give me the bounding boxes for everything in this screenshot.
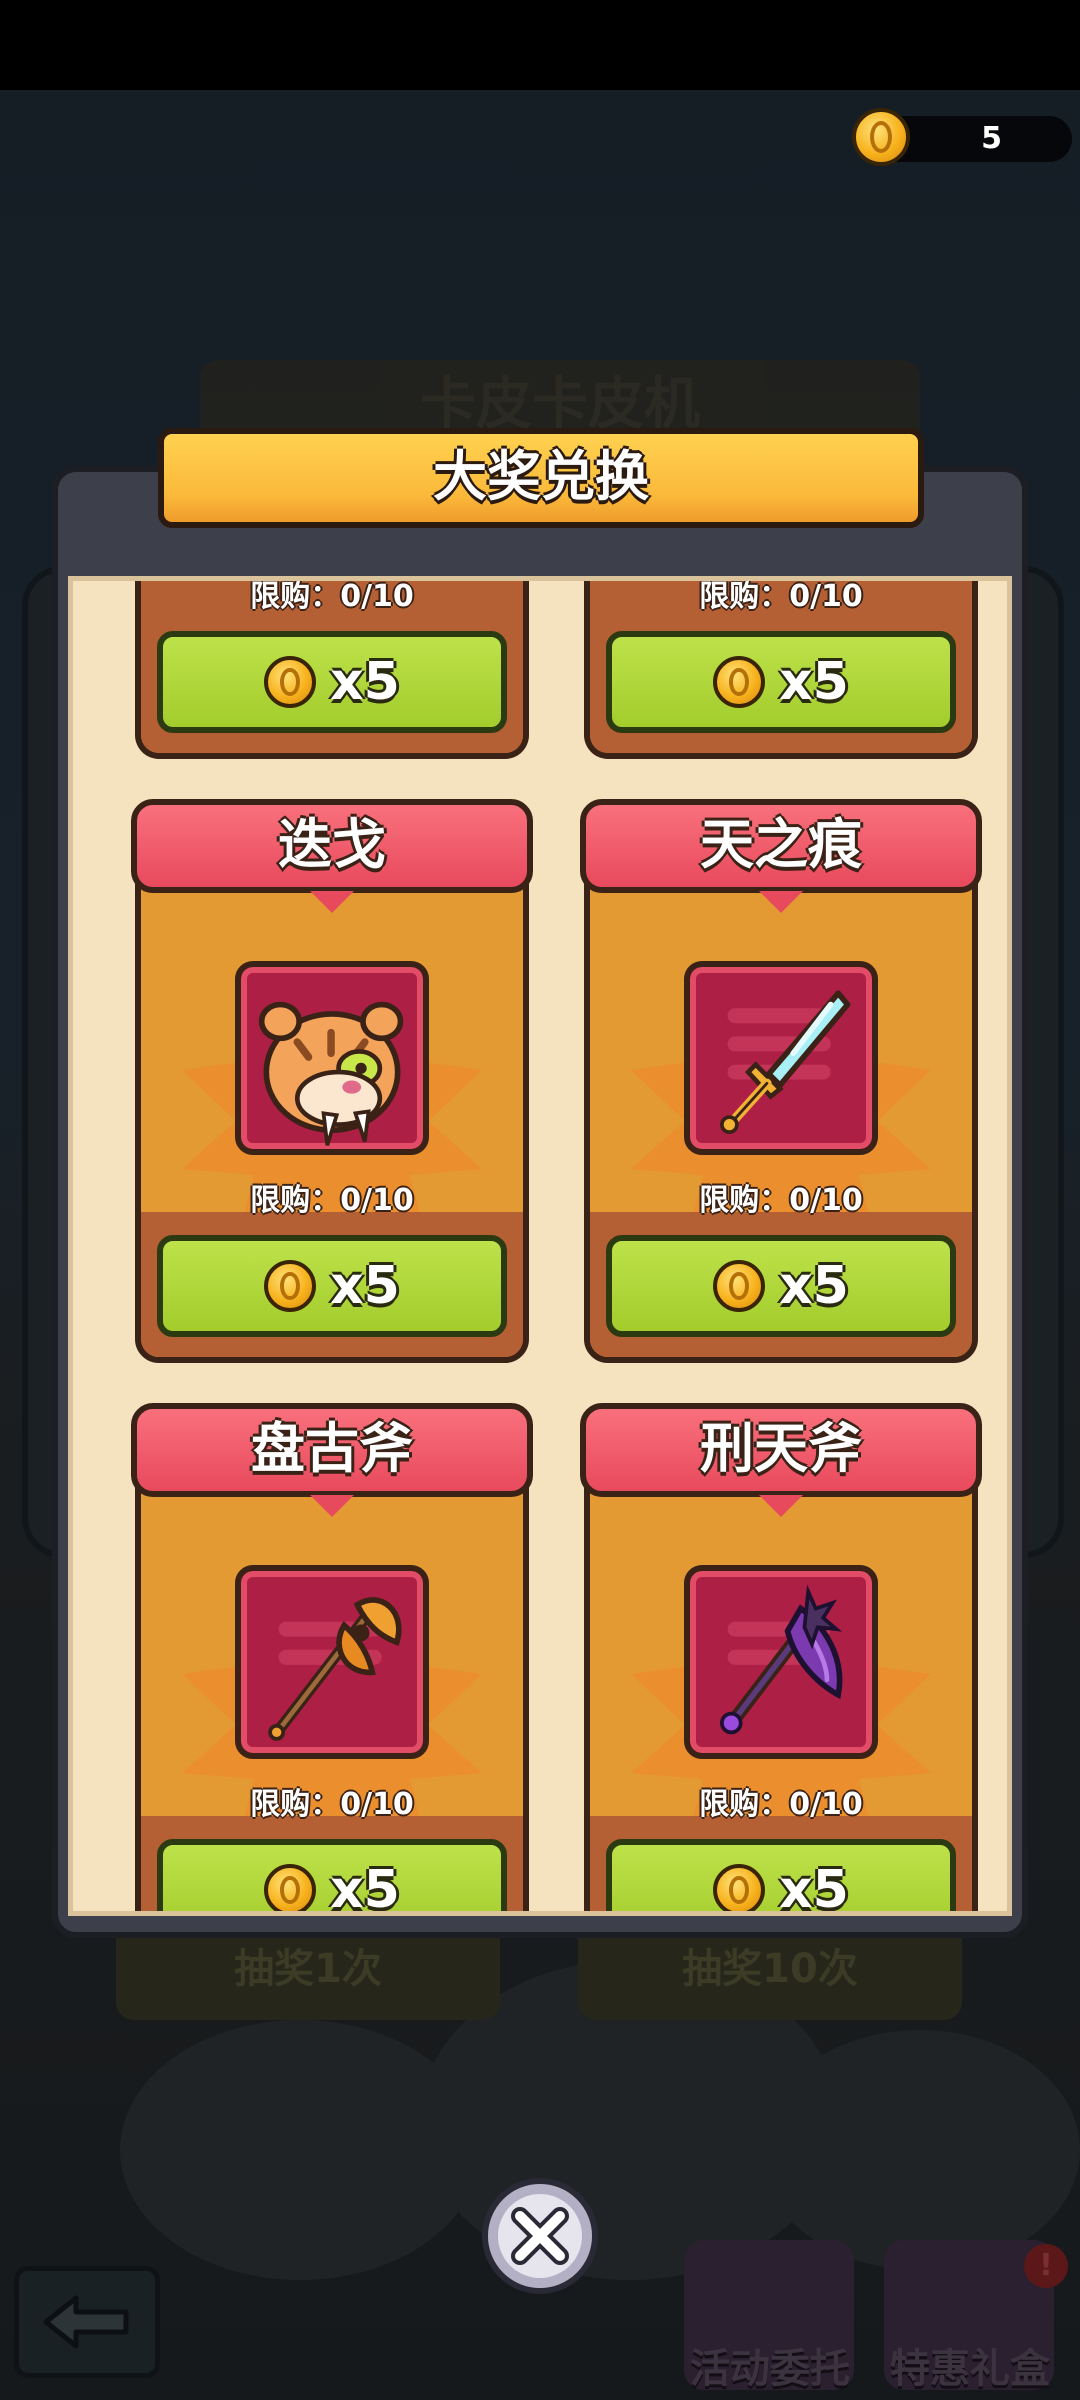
prize-card-diego: 迭戈 限购：0/10 x5 — [131, 799, 533, 1363]
buy-button[interactable]: x5 — [606, 1839, 956, 1916]
purchase-limit: 限购：0/10 — [250, 1787, 414, 1822]
notification-badge: ! — [1024, 2244, 1068, 2288]
coin-icon — [713, 1864, 766, 1911]
prize-name: 迭戈 — [131, 799, 533, 913]
back-arrow-icon — [43, 2295, 129, 2349]
status-bar — [0, 0, 1080, 90]
buy-button[interactable]: x5 — [606, 631, 956, 733]
buy-button[interactable]: x5 — [157, 1839, 507, 1916]
coin-icon — [264, 1864, 317, 1911]
price-label: x5 — [779, 652, 849, 712]
prize-name: 盘古斧 — [131, 1403, 533, 1517]
giftbox-label: 特惠礼盒 — [890, 2346, 1050, 2392]
purchase-limit: 限购：0/10 — [250, 579, 414, 614]
price-label: x5 — [779, 1256, 849, 1316]
dark-axe-icon — [684, 1565, 878, 1759]
coin-icon — [713, 1260, 766, 1312]
coin-icon — [852, 108, 910, 166]
purchase-limit: 限购：0/10 — [250, 1183, 414, 1218]
prize-card: 限购：0/10 x5 — [584, 581, 978, 759]
purchase-limit: 限购：0/10 — [699, 1183, 863, 1218]
prize-card-xingtian-axe: 刑天斧 限购：0/10 x5 — [580, 1403, 982, 1916]
buy-button[interactable]: x5 — [157, 1235, 507, 1337]
buy-button[interactable]: x5 — [157, 631, 507, 733]
price-label: x5 — [330, 1860, 400, 1916]
purchase-limit: 限购：0/10 — [699, 579, 863, 614]
buy-button[interactable]: x5 — [606, 1235, 956, 1337]
golden-axe-icon — [235, 1565, 429, 1759]
price-label: x5 — [779, 1860, 849, 1916]
close-button[interactable] — [482, 2178, 598, 2294]
coin-icon — [264, 656, 317, 708]
prize-name: 刑天斧 — [580, 1403, 982, 1517]
coin-icon — [713, 656, 766, 708]
background-cloud — [760, 2030, 1080, 2270]
tasks-label: 活动委托 — [690, 2346, 850, 2392]
prize-card-tianzhihen: 天之痕 限购：0/10 x5 — [580, 799, 982, 1363]
purchase-limit: 限购：0/10 — [699, 1787, 863, 1822]
coin-count: 5 — [981, 121, 1002, 156]
prize-list[interactable]: 限购：0/10 x5 限购：0/10 x5 迭戈 限购：0/10 x5 天之痕 … — [68, 576, 1012, 1916]
prize-card-pangu-axe: 盘古斧 限购：0/10 x5 — [131, 1403, 533, 1916]
prize-name: 天之痕 — [580, 799, 982, 913]
coin-icon — [264, 1260, 317, 1312]
back-button[interactable] — [14, 2266, 160, 2378]
close-icon — [511, 2207, 569, 2265]
prize-card: 限购：0/10 x5 — [135, 581, 529, 759]
dialog-title: 大奖兑换 — [158, 428, 924, 528]
crystal-sword-icon — [684, 961, 878, 1155]
price-label: x5 — [330, 1256, 400, 1316]
coin-balance: 5 — [852, 108, 1072, 166]
price-label: x5 — [330, 652, 400, 712]
prize-exchange-dialog: 限购：0/10 x5 限购：0/10 x5 迭戈 限购：0/10 x5 天之痕 … — [52, 466, 1028, 1938]
sabertooth-tiger-icon — [235, 961, 429, 1155]
